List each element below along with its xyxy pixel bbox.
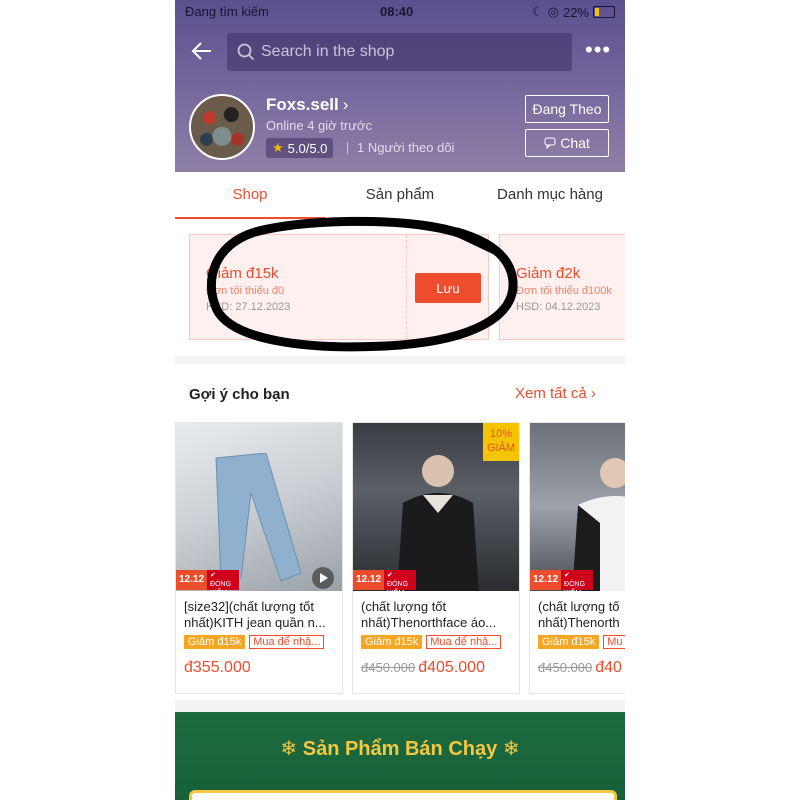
more-options-icon[interactable]: ••• xyxy=(585,39,611,61)
product-price: đ40 xyxy=(595,659,622,676)
product-price: đ355.000 xyxy=(184,659,251,676)
follower-count: 1 Người theo dõi xyxy=(357,140,455,155)
battery-icon xyxy=(593,6,615,18)
sale-1212-badge: 12.12 xyxy=(176,570,208,590)
verified-badge-icon: ✔ ĐÓNG KIỂM xyxy=(207,570,240,591)
product-name: [size32](chất lượng tốt nhất)KITH jean q… xyxy=(184,599,326,630)
discount-tag: Giảm đ15k xyxy=(184,635,246,649)
shop-header: Đang tìm kiếm 08:40 ☾ ◎ 22% Search in th… xyxy=(175,0,625,172)
shop-name-text: Foxs.sell xyxy=(266,95,339,114)
save-voucher-button[interactable]: Lưu xyxy=(415,273,481,303)
clock: 08:40 xyxy=(380,4,414,19)
buy-tag: Mua để nhậ... xyxy=(426,635,502,649)
voucher-card[interactable]: Giảm đ15k Đơn tối thiểu đ0 HSD: 27.12.20… xyxy=(189,234,489,340)
best-seller-panel xyxy=(189,790,617,800)
tab-products[interactable]: Sản phẩm xyxy=(325,172,475,220)
promo-badges: 12.12 ✔ ĐÓNG KIỂM xyxy=(530,570,594,591)
verified-badge-icon: ✔ ĐÓNG KIỂM xyxy=(384,570,417,591)
discount-tag: Giảm đ15k xyxy=(538,635,600,649)
moon-icon: ☾ xyxy=(531,4,544,19)
product-name: (chất lượng tốt nhất)Thenorthface áo... xyxy=(361,599,497,630)
rating-value: 5.0/5.0 xyxy=(287,140,328,156)
product-tags: Giảm đ15k Mua để nhậ... xyxy=(184,635,325,649)
voucher-expiry: HSD: 27.12.2023 xyxy=(206,301,291,313)
best-seller-label: Sản Phẩm Bán Chạy xyxy=(302,738,498,760)
voucher-title: Giảm đ15k xyxy=(206,265,279,282)
tab-shop[interactable]: Shop xyxy=(175,172,325,220)
product-image: 12.12 ✔ ĐÓNG KIỂM xyxy=(176,423,342,591)
product-card[interactable]: 12.12 ✔ ĐÓNG KIỂM [size32](chất lượng tố… xyxy=(175,422,343,694)
chat-bubble-icon xyxy=(544,137,556,149)
sale-1212-badge: 12.12 xyxy=(530,570,562,590)
voucher-expiry: HSD: 04.12.2023 xyxy=(516,301,601,313)
discount-tag: Giảm đ15k xyxy=(361,635,423,649)
product-tags: Giảm đ15k Mua để nhậ... xyxy=(361,635,502,649)
shop-avatar[interactable] xyxy=(189,94,255,160)
product-tags: Giảm đ15k Mu xyxy=(538,635,625,649)
phone-screen: Đang tìm kiếm 08:40 ☾ ◎ 22% Search in th… xyxy=(175,0,625,800)
voucher-card[interactable]: Giảm đ2k Đơn tối thiểu đ100k HSD: 04.12.… xyxy=(499,234,625,340)
price-row: đ450.000 đ405.000 xyxy=(361,659,485,677)
product-price: đ405.000 xyxy=(418,659,485,676)
shop-tabs: Shop Sản phẩm Danh mục hàng xyxy=(175,172,625,220)
rating-badge: ★ 5.0/5.0 xyxy=(266,138,334,158)
status-icons: ☾ ◎ 22% xyxy=(532,4,615,20)
search-input[interactable]: Search in the shop xyxy=(227,33,572,71)
person-jacket-image xyxy=(397,455,479,591)
product-card[interactable]: 12.12 ✔ ĐÓNG KIỂM (chất lượng tố nhất)Th… xyxy=(529,422,625,694)
sale-1212-badge: 12.12 xyxy=(353,570,385,590)
chat-button[interactable]: Chat xyxy=(525,129,609,157)
product-image: 12.12 ✔ ĐÓNG KIỂM xyxy=(530,423,625,591)
chevron-right-icon: › xyxy=(342,95,349,114)
section-title: Gợi ý cho bạn xyxy=(189,386,290,403)
play-video-icon[interactable] xyxy=(312,567,334,589)
product-image: 10% GIẢM 12.12 ✔ ĐÓNG KIỂM xyxy=(353,423,519,591)
original-price: đ450.000 xyxy=(361,660,416,675)
voucher-minimum: Đơn tối thiểu đ0 xyxy=(206,285,285,297)
status-bar: Đang tìm kiếm 08:40 ☾ ◎ 22% xyxy=(175,0,625,24)
divider xyxy=(347,142,348,154)
best-seller-banner: ❄ Sản Phẩm Bán Chạy ❄ xyxy=(175,712,625,800)
star-icon: ★ xyxy=(272,140,284,155)
see-all-label: Xem tất cả xyxy=(515,385,587,402)
online-status: Online 4 giờ trước xyxy=(266,118,372,133)
product-card[interactable]: 10% GIẢM 12.12 ✔ ĐÓNG KIỂM (chất lượng t… xyxy=(352,422,520,694)
following-button[interactable]: Đang Theo xyxy=(525,95,609,123)
buy-tag: Mua để nhậ... xyxy=(249,635,325,649)
search-placeholder: Search in the shop xyxy=(261,43,395,60)
chevron-right-icon: › xyxy=(590,385,596,402)
back-arrow-icon[interactable] xyxy=(189,38,217,66)
price-row: đ450.000 đ40 xyxy=(538,659,622,677)
see-all-link[interactable]: Xem tất cả › xyxy=(515,385,596,402)
voucher-divider xyxy=(406,235,407,339)
best-seller-title: ❄ Sản Phẩm Bán Chạy ❄ xyxy=(175,736,625,761)
buy-tag: Mu xyxy=(603,635,625,649)
recommendation-section: Gợi ý cho bạn Xem tất cả › 12.12 ✔ ĐÓNG … xyxy=(175,364,625,700)
promo-badges: 12.12 ✔ ĐÓNG KIỂM xyxy=(353,570,417,591)
product-name: (chất lượng tố nhất)Thenorth xyxy=(538,599,620,630)
chat-label: Chat xyxy=(560,135,590,151)
verified-badge-icon: ✔ ĐÓNG KIỂM xyxy=(561,570,594,591)
search-icon xyxy=(237,43,255,61)
carrier-label: Đang tìm kiếm xyxy=(185,4,269,19)
battery-percent: 22% xyxy=(562,4,589,20)
person-jacket-image xyxy=(572,458,625,591)
voucher-strip: Giảm đ15k Đơn tối thiểu đ0 HSD: 27.12.20… xyxy=(175,220,625,356)
snowflake-icon: ❄ xyxy=(502,738,520,760)
discount-corner-badge: 10% GIẢM xyxy=(483,423,519,461)
active-tab-indicator xyxy=(175,217,325,219)
tab-categories[interactable]: Danh mục hàng xyxy=(475,172,625,220)
promo-badges: 12.12 ✔ ĐÓNG KIỂM xyxy=(176,570,240,591)
original-price: đ450.000 xyxy=(538,660,593,675)
snowflake-icon: ❄ xyxy=(280,738,298,760)
voucher-title: Giảm đ2k xyxy=(516,265,581,282)
voucher-minimum: Đơn tối thiểu đ100k xyxy=(516,285,612,297)
price-row: đ355.000 xyxy=(184,659,251,677)
rotation-lock-icon: ◎ xyxy=(547,4,559,19)
jeans-image xyxy=(215,453,302,582)
shop-name[interactable]: Foxs.sell › xyxy=(266,95,348,115)
